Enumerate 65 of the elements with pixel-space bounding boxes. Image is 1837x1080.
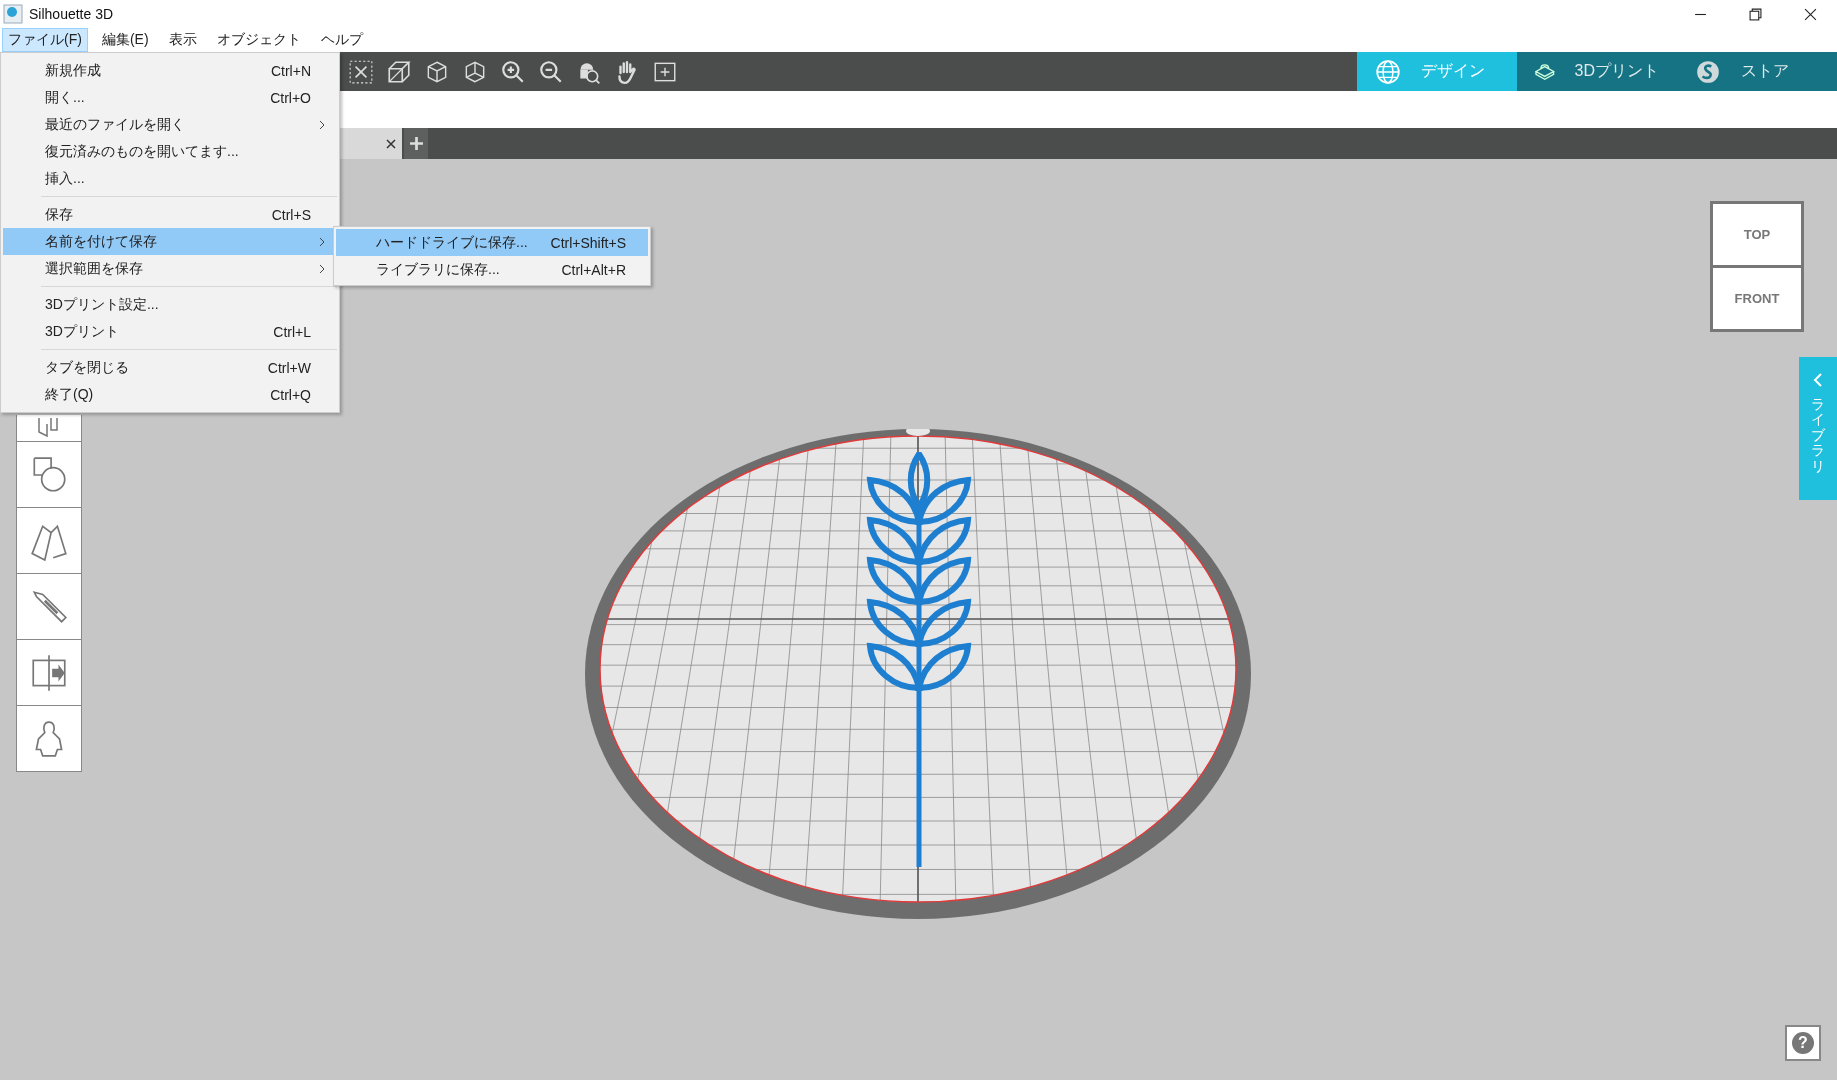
menu-item[interactable]: タブを閉じる Ctrl+W (3, 354, 337, 381)
restore-icon[interactable] (1749, 7, 1762, 21)
shortcut-label: Ctrl+Q (270, 386, 311, 403)
zoom-out-icon[interactable] (538, 58, 564, 85)
menu-item-label: 復元済みのものを開いてます... (45, 142, 239, 161)
menu-item[interactable]: 保存 Ctrl+S (3, 201, 337, 228)
view-cube-face[interactable]: FRONT (1713, 265, 1801, 329)
chevron-left-icon (1813, 373, 1823, 387)
menu-item[interactable]: 新規作成 Ctrl+N (3, 57, 337, 84)
menu-item-label: 3Dプリント (45, 322, 119, 341)
menu-bar-item[interactable]: ファイル(F) (2, 28, 88, 52)
app-logo-icon (3, 4, 23, 24)
menu-item-label: ハードドライブに保存... (376, 233, 528, 252)
menu-bar-item[interactable]: 表示 (162, 28, 203, 52)
menu-item[interactable]: ライブラリに保存... Ctrl+Alt+R (336, 256, 648, 283)
mode-tab[interactable]: ストア (1677, 52, 1837, 91)
menu-item[interactable]: 最近のファイルを開く (3, 111, 337, 138)
menu-bar-item[interactable]: ヘルプ (314, 28, 369, 52)
menu-item[interactable]: 終了(Q) Ctrl+Q (3, 381, 337, 408)
menu-bar-item[interactable]: 編集(E) (95, 28, 155, 52)
menu-item-label: ライブラリに保存... (376, 260, 500, 279)
close-tab-icon[interactable] (386, 138, 396, 149)
shortcut-label: Ctrl+S (271, 206, 311, 223)
mode-tab-label: デザイン (1421, 61, 1485, 81)
s-logo-icon (1695, 58, 1721, 85)
box-icon[interactable] (386, 58, 412, 85)
library-label: ライブラリ (1811, 397, 1825, 474)
help-label: ? (1792, 1032, 1814, 1054)
zoom-in-icon[interactable] (500, 58, 526, 85)
shortcut-label: Ctrl+W (267, 359, 311, 376)
shortcut-label: Ctrl+N (270, 62, 311, 79)
help-button[interactable]: ? (1785, 1025, 1821, 1061)
menu-item-label: 新規作成 (45, 61, 101, 80)
menu-item-label: 選択範囲を保存 (45, 259, 143, 278)
menu-item[interactable]: 復元済みのものを開いてます... (3, 138, 337, 165)
view-cube-face[interactable]: TOP (1713, 204, 1801, 265)
select-box-icon[interactable] (348, 58, 374, 85)
add-tab-button[interactable] (404, 128, 428, 159)
shortcut-label: Ctrl+Alt+R (561, 261, 626, 278)
menu-item-label: 名前を付けて保存 (45, 232, 157, 251)
menu-item-label: 最近のファイルを開く (45, 115, 185, 134)
menu-item-label: 3Dプリント設定... (45, 295, 159, 314)
menu-item-label: 挿入... (45, 169, 85, 188)
menu-item-label: 終了(Q) (45, 385, 94, 404)
window-title: Silhouette 3D (29, 6, 114, 22)
menu-item-label: 開く... (45, 88, 85, 107)
shortcut-label: Ctrl+O (270, 89, 311, 106)
globe-icon (1375, 58, 1401, 85)
menu-item[interactable]: ハードドライブに保存... Ctrl+Shift+S (336, 229, 648, 256)
menu-item-label: タブを閉じる (45, 358, 129, 377)
mode-tab-label: 3Dプリント (1574, 61, 1659, 81)
menu-item[interactable]: 開く... Ctrl+O (3, 84, 337, 111)
menu-item[interactable]: 選択範囲を保存 (3, 255, 337, 282)
view-cube[interactable]: TOP FRONT (1710, 201, 1804, 332)
plus-icon (409, 137, 423, 150)
shortcut-label: Ctrl+Shift+S (550, 234, 626, 251)
mode-tab-label: ストア (1741, 61, 1789, 81)
menu-item-label: 保存 (45, 205, 73, 224)
menu-item[interactable]: 3Dプリント Ctrl+L (3, 318, 337, 345)
menu-item[interactable]: 挿入... (3, 165, 337, 192)
mode-tab[interactable]: 3Dプリント (1517, 52, 1677, 91)
shortcut-label: Ctrl+L (273, 323, 311, 340)
menu-item[interactable]: 3Dプリント設定... (3, 291, 337, 318)
close-icon[interactable] (1804, 7, 1817, 21)
menu-bar-item[interactable]: オブジェクト (210, 28, 307, 52)
